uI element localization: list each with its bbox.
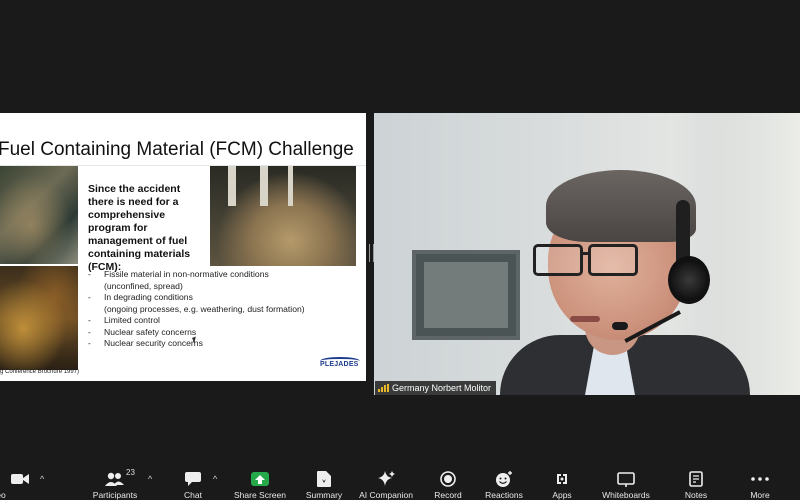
headset-mic-tip [612,322,628,330]
participant-mouth [570,316,600,322]
glasses-bridge [580,252,590,255]
whiteboards-icon [617,470,635,488]
bullet-item: - In degrading conditions (ongoing proce… [88,292,305,314]
participants-button[interactable]: 23 Participants [93,465,137,500]
connection-signal-icon [378,384,389,392]
meeting-toolbar: top Video ^ 23 Participants ^ Chat ^ Sha… [0,465,800,500]
chat-icon [185,470,201,488]
participants-icon [105,470,125,488]
slide-title: Fuel Containing Material (FCM) Challenge [0,139,354,160]
headset-earcup [668,256,710,304]
shared-screen-slide: Fuel Containing Material (FCM) Challenge… [0,113,366,381]
stop-video-button[interactable]: top Video [0,465,40,500]
bullet-item: - Nuclear safety concerns [88,326,197,337]
glasses-icon [533,244,583,276]
slide-bold-statement: Since the accident there is need for a c… [88,183,191,273]
video-options-caret[interactable]: ^ [40,474,44,484]
ai-companion-icon [377,470,395,488]
glasses-right-lens [588,244,638,276]
photo-caption: g Conference Brochure 1997) [0,369,80,375]
slide-bullet-list: - Fissile material in non-normative cond… [88,269,358,350]
whiteboards-button[interactable]: Whiteboards [602,465,650,500]
more-button[interactable]: More [746,465,774,500]
summary-icon [317,470,331,488]
participants-options-caret[interactable]: ^ [148,474,152,484]
participant-hair [546,170,696,242]
share-screen-icon [251,470,269,488]
apps-icon [554,470,570,488]
bullet-item: - Limited control [88,315,160,325]
participant-name: Germany Norbert Molitor [392,383,492,393]
reactor-photo-bottom-left [0,266,78,370]
reactor-photo-top-left [0,166,78,264]
participant-name-tag: Germany Norbert Molitor [375,381,497,395]
more-icon [751,470,769,488]
wall-picture-frame [412,250,520,340]
video-camera-icon [11,470,29,488]
bullet-item: - Nuclear security concerns [88,338,203,348]
notes-icon [689,470,703,488]
record-icon [440,470,456,488]
plejades-logo: PLEJADES [320,357,362,375]
chat-options-caret[interactable]: ^ [213,474,217,484]
reactions-icon [495,470,513,488]
bullet-item: - Fissile material in non-normative cond… [88,269,269,291]
chat-button[interactable]: Chat [180,465,206,500]
participant-count: 23 [126,468,135,477]
fcm-photo-top-right [210,166,356,266]
